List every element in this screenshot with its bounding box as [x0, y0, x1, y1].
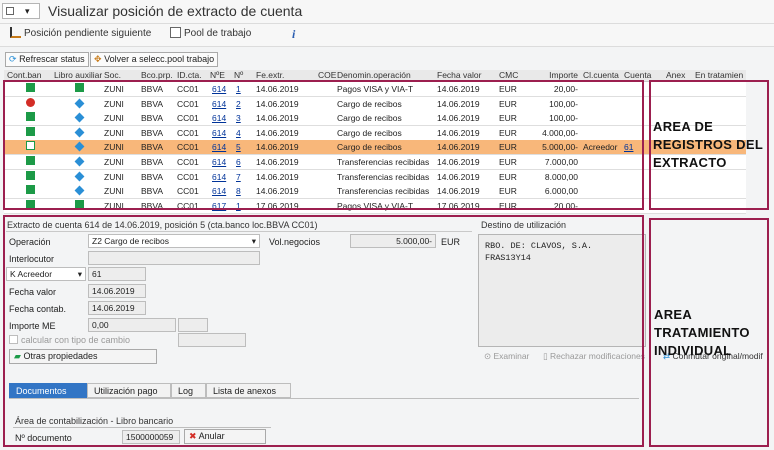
tab-log[interactable]: Log: [171, 383, 206, 398]
page-title: Visualizar posición de extracto de cuent…: [48, 3, 303, 19]
refresh-icon: ⟳: [9, 54, 17, 64]
tab-utilizacion-pago[interactable]: Utilización pago: [87, 383, 171, 398]
menu-icon: [6, 7, 14, 15]
work-pool-button[interactable]: Pool de trabajo: [170, 27, 251, 43]
records-annotation-label: AREA DE REGISTROS DEL EXTRACTO: [653, 119, 764, 170]
delete-icon: ✖: [189, 431, 197, 441]
refresh-status-button[interactable]: ⟳ Refrescar status: [5, 52, 89, 67]
doc-number-label: Nº documento: [15, 433, 72, 443]
menu-button[interactable]: ▾: [2, 3, 40, 19]
back-icon: ✥: [94, 54, 102, 64]
divider: [9, 398, 639, 399]
area-contabilizacion-title: Área de contabilización - Libro bancario: [15, 416, 174, 426]
treatment-annotation-label: AREA TRATAMIENTO INDIVIDUAL: [654, 307, 750, 358]
doc-number-field[interactable]: 1500000059: [122, 430, 180, 444]
tab-documentos[interactable]: Documentos: [9, 383, 87, 398]
back-to-pool-button[interactable]: ✥ Volver a selecc.pool trabajo: [90, 52, 219, 67]
records-area-highlight: [3, 80, 644, 210]
divider: [13, 427, 271, 428]
next-position-button[interactable]: Posición pendiente siguiente: [10, 27, 151, 43]
info-icon[interactable]: i: [292, 27, 295, 43]
anular-button[interactable]: ✖ Anular: [184, 429, 266, 444]
tab-lista-anexos[interactable]: Lista de anexos: [206, 383, 291, 398]
next-position-icon: [10, 27, 21, 38]
chevron-down-icon: ▾: [25, 6, 30, 16]
pool-icon: [170, 27, 181, 38]
treatment-area-highlight: [3, 215, 644, 447]
